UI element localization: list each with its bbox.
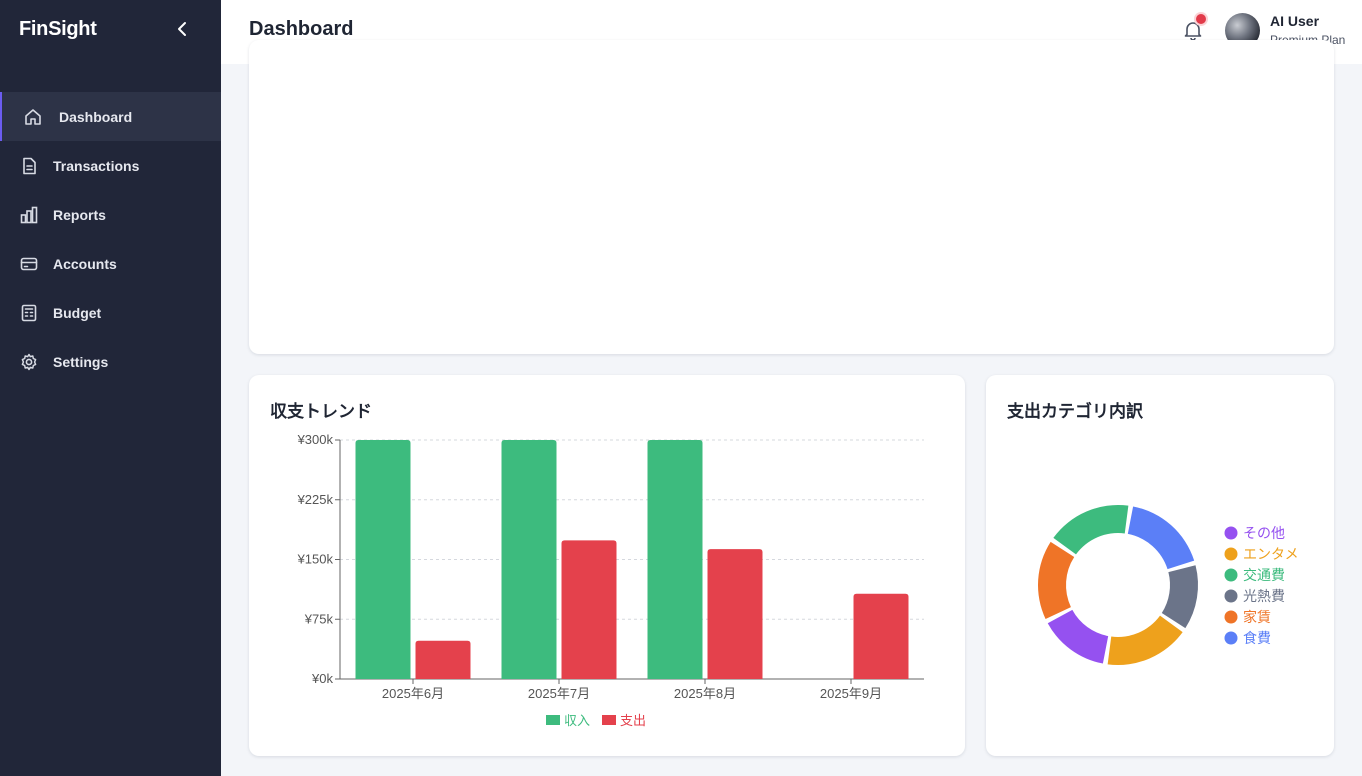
notification-badge xyxy=(1196,14,1206,24)
legend-item-income[interactable]: 収入 xyxy=(546,713,590,728)
income-bar[interactable] xyxy=(501,440,557,679)
overview-card xyxy=(249,40,1334,354)
collapse-sidebar-button[interactable] xyxy=(172,18,194,40)
legend-swatch xyxy=(546,715,560,725)
legend-item[interactable]: その他 xyxy=(1224,525,1286,541)
trend-chart-card: 収支トレンド ¥0k ¥75k ¥150k ¥225k ¥300k 2025年6月 2025… xyxy=(249,375,965,756)
sidebar-item-label: Settings xyxy=(53,353,109,370)
x-tick-label: 2025年8月 xyxy=(674,686,736,701)
y-tick-label: ¥225k xyxy=(297,492,334,507)
legend-label: 家賃 xyxy=(1243,609,1271,625)
donut-slice[interactable] xyxy=(1161,565,1198,629)
home-icon xyxy=(23,107,43,127)
y-tick-label: ¥75k xyxy=(304,611,334,626)
brand-logo[interactable]: FinSight xyxy=(19,18,97,41)
y-tick-label: ¥0k xyxy=(311,671,333,686)
expense-bar[interactable] xyxy=(561,540,617,679)
sidebar-item-budget[interactable]: Budget xyxy=(0,288,221,337)
sidebar-item-label: Dashboard xyxy=(59,108,133,125)
user-name: AI User xyxy=(1270,13,1320,29)
legend-item[interactable]: エンタメ xyxy=(1224,546,1299,562)
expense-bar[interactable] xyxy=(415,640,471,679)
legend-swatch xyxy=(1224,568,1238,582)
sidebar-item-dashboard[interactable]: Dashboard xyxy=(0,92,221,141)
document-icon xyxy=(19,156,39,176)
y-tick-label: ¥150k xyxy=(297,552,334,567)
trend-chart: ¥0k ¥75k ¥150k ¥225k ¥300k 2025年6月 2025年7月 2025… xyxy=(297,432,924,728)
legend-label: 光熱費 xyxy=(1243,588,1285,604)
legend-swatch xyxy=(1224,526,1238,540)
legend-item[interactable]: 交通費 xyxy=(1224,567,1286,583)
expense-bar[interactable] xyxy=(707,549,763,679)
sidebar-item-label: Reports xyxy=(53,206,106,223)
donut-slice[interactable] xyxy=(1047,609,1109,664)
legend-label: 交通費 xyxy=(1243,567,1285,583)
sidebar-item-settings[interactable]: Settings xyxy=(0,337,221,386)
sidebar-item-label: Accounts xyxy=(53,255,117,272)
legend-label: 支出 xyxy=(620,713,646,728)
sidebar-item-transactions[interactable]: Transactions xyxy=(0,141,221,190)
page-title: Dashboard xyxy=(249,18,354,40)
legend-item[interactable]: 食費 xyxy=(1224,630,1272,646)
legend-swatch xyxy=(1224,631,1238,645)
legend-swatch xyxy=(602,715,616,725)
sidebar-nav: Dashboard Transactions Reports Accounts … xyxy=(0,92,221,386)
sidebar-item-label: Budget xyxy=(53,304,102,321)
legend-item[interactable]: 家賃 xyxy=(1224,609,1272,625)
donut-slice[interactable] xyxy=(1107,615,1183,665)
gear-icon xyxy=(19,352,39,372)
chevron-left-icon xyxy=(178,22,186,36)
expense-bar[interactable] xyxy=(853,593,909,679)
legend-label: エンタメ xyxy=(1243,546,1299,562)
legend-item[interactable]: 光熱費 xyxy=(1224,588,1286,604)
legend-label: 食費 xyxy=(1243,630,1271,646)
donut-slice[interactable] xyxy=(1053,505,1129,555)
sidebar-item-label: Transactions xyxy=(53,157,140,174)
x-tick-label: 2025年7月 xyxy=(528,686,590,701)
x-tick-label: 2025年6月 xyxy=(382,686,444,701)
sidebar-item-accounts[interactable]: Accounts xyxy=(0,239,221,288)
category-donut-chart: その他エンタメ交通費光熱費家賃食費 xyxy=(1038,505,1299,665)
sidebar: FinSight Dashboard Transactions Reports xyxy=(0,0,221,776)
legend-label: 収入 xyxy=(564,713,590,728)
x-tick-label: 2025年9月 xyxy=(820,686,882,701)
legend-label: その他 xyxy=(1243,525,1285,541)
sidebar-item-reports[interactable]: Reports xyxy=(0,190,221,239)
y-tick-label: ¥300k xyxy=(297,432,334,447)
category-chart-card: 支出カテゴリ内訳 その他 エンタメ 交通費 光熱費 家賃 食費 xyxy=(986,375,1334,756)
donut-slice[interactable] xyxy=(1127,506,1195,570)
legend-swatch xyxy=(1224,610,1238,624)
income-bar[interactable] xyxy=(647,440,703,679)
legend-swatch xyxy=(1224,547,1238,561)
legend-item-expense[interactable]: 支出 xyxy=(602,713,646,728)
legend-swatch xyxy=(1224,589,1238,603)
bar-chart-icon xyxy=(19,205,39,225)
calculator-icon xyxy=(19,303,39,323)
income-bar[interactable] xyxy=(355,440,411,679)
donut-slice[interactable] xyxy=(1038,541,1075,619)
credit-card-icon xyxy=(19,254,39,274)
